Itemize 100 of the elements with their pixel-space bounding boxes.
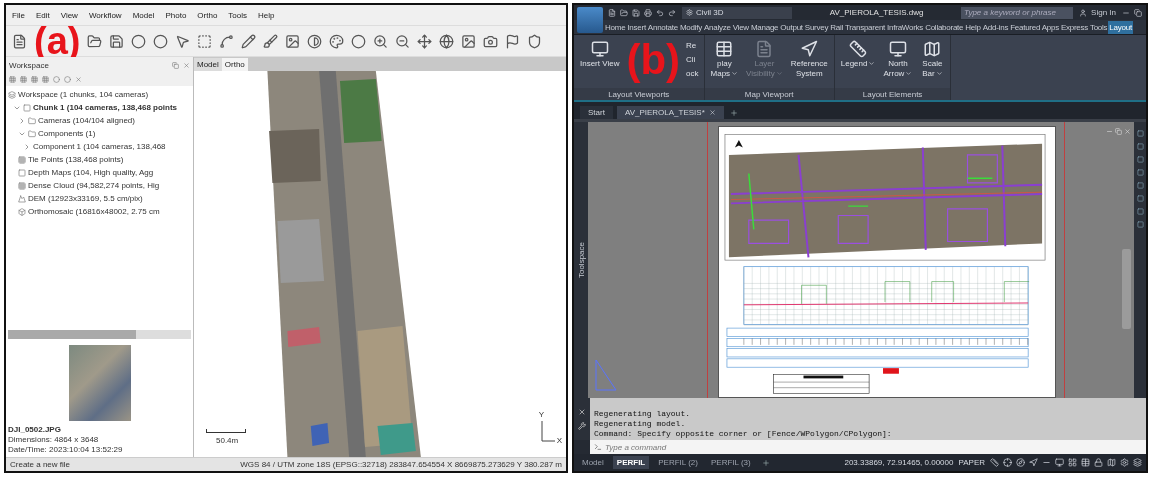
ribbon-tab[interactable]: Output bbox=[779, 20, 804, 34]
ribbon-tab[interactable]: Layout bbox=[1108, 20, 1133, 34]
ribbon-tab[interactable]: View bbox=[731, 20, 750, 34]
map-icon[interactable] bbox=[1107, 458, 1116, 467]
menu-item[interactable]: File bbox=[12, 10, 25, 20]
ribbon-tab[interactable]: Manage bbox=[749, 20, 780, 34]
camera-icon[interactable] bbox=[483, 33, 499, 49]
document-tab[interactable]: AV_PIEROLA_TESIS* bbox=[616, 106, 724, 119]
open-folder-icon[interactable] bbox=[87, 33, 103, 49]
scrollbar[interactable] bbox=[8, 330, 191, 339]
sheet-tab[interactable]: PERFIL (2) bbox=[654, 456, 702, 469]
compass-icon[interactable] bbox=[1016, 458, 1025, 467]
layers-icon[interactable] bbox=[1133, 458, 1142, 467]
tree-item[interactable]: Components (1) bbox=[38, 129, 96, 138]
ribbon-button[interactable]: North Arrow bbox=[882, 39, 914, 80]
zoom-out-icon[interactable] bbox=[395, 33, 411, 49]
monitor-icon[interactable] bbox=[1055, 458, 1064, 467]
workspace-dropdown[interactable]: Civil 3D bbox=[682, 6, 792, 19]
circle-icon[interactable] bbox=[351, 33, 367, 49]
ribbon-tab[interactable]: Rail bbox=[829, 20, 844, 34]
circle-icon[interactable] bbox=[153, 33, 169, 49]
ribbon-tab[interactable]: Insert bbox=[626, 20, 647, 34]
display-mode-tab[interactable]: Model bbox=[194, 58, 222, 71]
menu-item[interactable]: Tools bbox=[228, 10, 248, 20]
ribbon-tab[interactable]: Express Tools bbox=[1059, 20, 1109, 34]
tree-item[interactable]: Component 1 (104 cameras, 138,468 bbox=[33, 142, 166, 151]
zoom-in-icon[interactable] bbox=[373, 33, 389, 49]
menu-item[interactable]: Edit bbox=[35, 10, 50, 20]
tree-item[interactable]: Chunk 1 (104 cameras, 138,468 points bbox=[33, 103, 178, 112]
rectangle-selection-icon[interactable] bbox=[197, 33, 213, 49]
sheet-tab[interactable]: Model bbox=[578, 456, 608, 469]
close-icon[interactable] bbox=[708, 109, 716, 116]
paper-space-button[interactable]: PAPER bbox=[958, 458, 985, 467]
new-file-icon[interactable] bbox=[12, 33, 27, 49]
ribbon-tab[interactable]: Collaborate bbox=[924, 20, 965, 34]
arrow-icon[interactable] bbox=[1029, 458, 1038, 467]
sheet-tab[interactable]: PERFIL (3) bbox=[706, 456, 755, 469]
ribbon-tab[interactable]: Add-ins bbox=[981, 20, 1010, 34]
globe-icon[interactable] bbox=[439, 33, 455, 49]
menu-item[interactable]: Photo bbox=[165, 10, 187, 20]
pencil-icon[interactable] bbox=[241, 33, 257, 49]
polyline-icon[interactable] bbox=[219, 33, 235, 49]
restore-icon[interactable] bbox=[1134, 8, 1142, 17]
table-icon[interactable] bbox=[1081, 458, 1090, 467]
image-icon[interactable] bbox=[461, 33, 477, 49]
ribbon-button[interactable]: Scale Bar bbox=[919, 39, 946, 80]
ribbon-tab[interactable]: Home bbox=[604, 20, 627, 34]
ribbon-small-button[interactable]: Cli bbox=[686, 55, 699, 64]
print-icon[interactable] bbox=[644, 8, 652, 17]
sheet-tab[interactable]: PERFIL bbox=[612, 456, 650, 469]
caret-icon[interactable] bbox=[905, 70, 913, 78]
tree-item[interactable]: Depth Maps (104, High quality, Agg bbox=[28, 168, 154, 177]
ribbon-tab[interactable]: Annotate bbox=[646, 20, 679, 34]
tree-item[interactable]: Orthomosaic (16816x48002, 2.75 cm bbox=[28, 207, 160, 216]
tree-item[interactable]: Workspace (1 chunks, 104 cameras) bbox=[18, 90, 149, 99]
palette-icon[interactable] bbox=[329, 33, 345, 49]
ribbon-button[interactable]: Reference System bbox=[789, 39, 829, 80]
flag-icon[interactable] bbox=[505, 33, 521, 49]
settings-icon[interactable] bbox=[1120, 458, 1129, 467]
caret-icon[interactable] bbox=[731, 70, 739, 78]
user-icon[interactable] bbox=[1079, 8, 1088, 17]
toolspace-palette[interactable]: Toolspace bbox=[574, 122, 588, 398]
tree-item[interactable]: DEM (12923x33169, 5.5 cm/pix) bbox=[28, 194, 143, 203]
save-icon[interactable] bbox=[109, 33, 125, 49]
ribbon-button[interactable]: Insert View bbox=[579, 39, 621, 70]
display-mode-tab[interactable]: Ortho bbox=[221, 58, 248, 71]
wrench-icon[interactable] bbox=[578, 422, 586, 430]
menu-item[interactable]: View bbox=[60, 10, 78, 20]
undo-icon[interactable] bbox=[656, 8, 664, 17]
ribbon-tab[interactable]: InfraWorks bbox=[886, 20, 925, 34]
caret-icon[interactable] bbox=[868, 60, 876, 68]
move-icon[interactable] bbox=[417, 33, 433, 49]
menu-item[interactable]: Workflow bbox=[88, 10, 122, 20]
menu-item[interactable]: Help bbox=[258, 10, 275, 20]
ribbon-tab[interactable]: Analyze bbox=[702, 20, 732, 34]
sign-in-link[interactable]: Sign In bbox=[1091, 8, 1116, 17]
ribbon-tab[interactable]: Transparent bbox=[844, 20, 887, 34]
caret-icon[interactable] bbox=[935, 70, 943, 78]
tree-item[interactable]: Cameras (104/104 aligned) bbox=[38, 116, 135, 125]
contrast-icon[interactable] bbox=[307, 33, 323, 49]
ribbon-small-button[interactable]: Re bbox=[686, 41, 699, 50]
open-folder-icon[interactable] bbox=[620, 8, 628, 17]
shield-icon[interactable] bbox=[527, 33, 543, 49]
ribbon-button[interactable]: play Maps bbox=[709, 39, 740, 80]
document-tab[interactable]: Start bbox=[580, 106, 613, 119]
snap-icon[interactable] bbox=[1003, 458, 1012, 467]
pointer-icon[interactable] bbox=[175, 33, 191, 49]
search-field[interactable]: Type a keyword or phrase bbox=[961, 6, 1074, 19]
brush-icon[interactable] bbox=[263, 33, 279, 49]
ribbon-button[interactable]: Legend bbox=[839, 39, 877, 70]
image-icon[interactable] bbox=[285, 33, 301, 49]
ribbon-small-button[interactable]: ock bbox=[686, 69, 699, 78]
ribbon-tab[interactable]: Survey bbox=[803, 20, 830, 34]
menu-item[interactable]: Model bbox=[132, 10, 155, 20]
command-field[interactable]: Type a command bbox=[590, 440, 1146, 454]
tree-item[interactable]: Tie Points (138,468 points) bbox=[28, 155, 124, 164]
scrollbar[interactable] bbox=[1122, 249, 1131, 329]
redo-icon[interactable] bbox=[668, 8, 676, 17]
circle-icon[interactable] bbox=[131, 33, 147, 49]
tree-item[interactable]: Dense Cloud (94,582,274 points, Hig bbox=[28, 181, 160, 190]
